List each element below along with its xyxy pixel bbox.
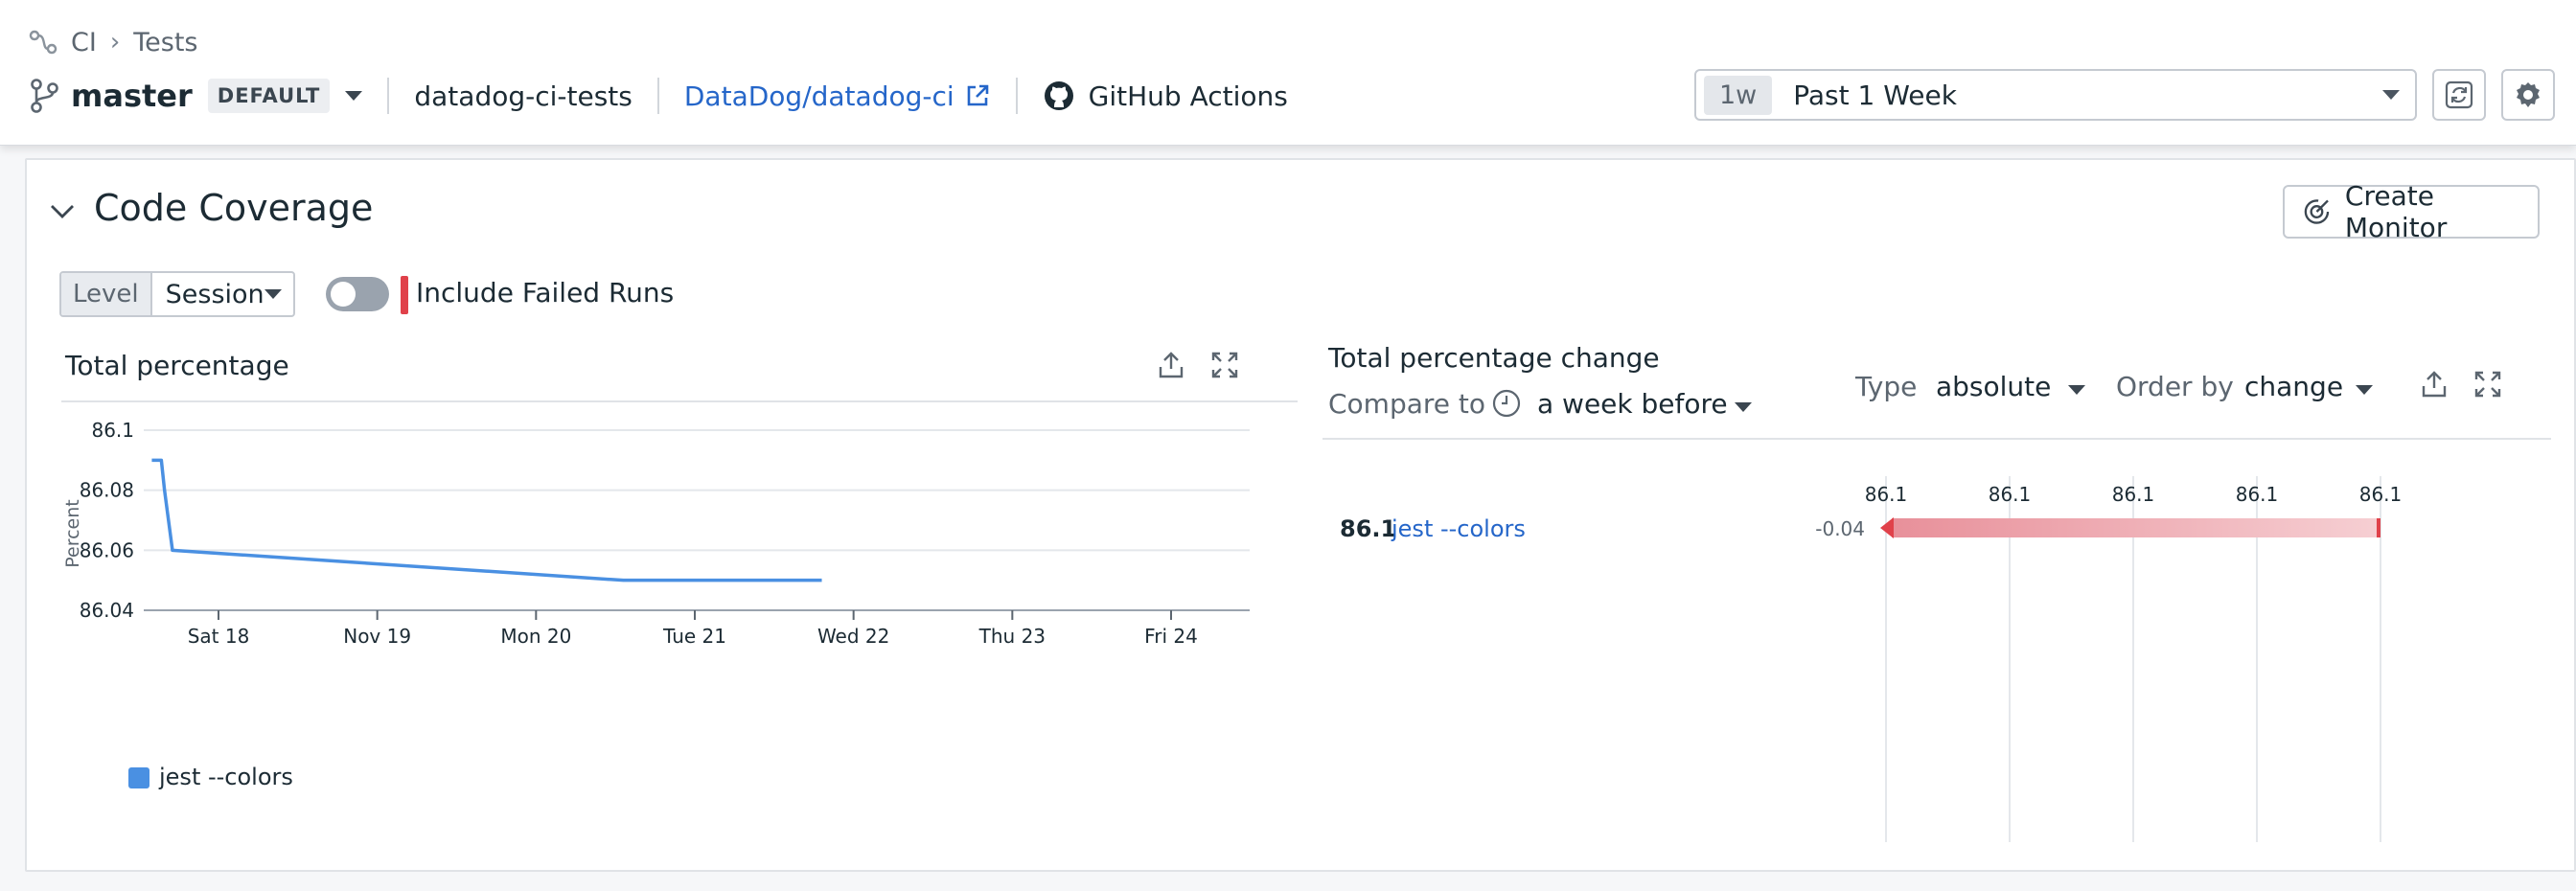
x-tick-label: Thu 23 xyxy=(978,625,1046,648)
expand-icon[interactable] xyxy=(1209,350,1240,380)
y-tick-label: 86.1 xyxy=(91,419,134,442)
monitor-icon xyxy=(2304,199,2330,224)
divider xyxy=(1015,78,1018,114)
y-tick-label: 86.08 xyxy=(80,479,134,502)
chevron-down-icon[interactable] xyxy=(48,196,77,225)
time-range-chip: 1w xyxy=(1704,75,1773,115)
include-failed-label: Include Failed Runs xyxy=(416,277,675,308)
breadcrumb-tests: Tests xyxy=(133,27,198,57)
order-by-label: Order by xyxy=(2116,371,2234,402)
breadcrumb: CI › Tests xyxy=(29,23,197,61)
chevron-down-icon xyxy=(2382,90,2400,100)
default-badge: DEFAULT xyxy=(207,79,331,113)
compare-to-value[interactable]: a week before xyxy=(1537,388,1728,420)
repo-link[interactable]: DataDog/datadog-ci xyxy=(684,80,954,112)
compare-to-label: Compare to xyxy=(1328,388,1486,420)
time-range-selector[interactable]: 1w Past 1 Week xyxy=(1694,69,2417,121)
chevron-right-icon: › xyxy=(109,28,121,57)
include-failed-toggle[interactable] xyxy=(326,277,389,311)
x-tick-label: Nov 19 xyxy=(343,625,411,648)
export-icon[interactable] xyxy=(1156,350,1186,380)
row-change-label: -0.04 xyxy=(1815,517,1865,540)
y-axis-label: Percent xyxy=(62,499,83,568)
create-monitor-button[interactable]: Create Monitor xyxy=(2283,180,2540,243)
branch-name: master xyxy=(71,78,193,114)
clock-icon xyxy=(1492,389,1521,418)
axis-tick-label: 86.1 xyxy=(2236,483,2279,506)
chevron-down-icon[interactable] xyxy=(2356,385,2373,395)
external-link-icon[interactable] xyxy=(964,82,991,109)
settings-button[interactable] xyxy=(2501,69,2555,121)
x-tick-label: Wed 22 xyxy=(817,625,889,648)
chevron-down-icon[interactable] xyxy=(1735,402,1752,412)
change-bar xyxy=(1892,518,2380,537)
legend-label[interactable]: jest --colors xyxy=(159,764,293,790)
refresh-icon xyxy=(2445,80,2473,109)
section-title: Code Coverage xyxy=(94,187,374,229)
series-line xyxy=(151,458,822,583)
divider xyxy=(61,400,1298,402)
export-icon[interactable] xyxy=(2419,369,2450,400)
create-monitor-label: Create Monitor xyxy=(2344,180,2448,243)
service-name: datadog-ci-tests xyxy=(414,80,632,112)
branch-dropdown-caret-icon[interactable] xyxy=(345,91,363,101)
chevron-down-icon[interactable] xyxy=(2068,385,2085,395)
type-value[interactable]: absolute xyxy=(1936,371,2051,402)
axis-tick-label: 86.1 xyxy=(2112,483,2155,506)
x-tick-label: Sat 18 xyxy=(188,625,250,648)
git-branch-icon xyxy=(31,79,58,113)
divider xyxy=(656,78,659,114)
bar-arrow xyxy=(1880,517,1894,538)
github-icon xyxy=(1044,81,1073,110)
total-percentage-title: Total percentage xyxy=(65,350,289,381)
ci-provider: GitHub Actions xyxy=(1088,80,1288,112)
bar-end-marker xyxy=(2377,518,2380,537)
gear-icon xyxy=(2517,82,2540,107)
divider xyxy=(387,78,390,114)
level-value: Session xyxy=(165,279,264,309)
expand-icon[interactable] xyxy=(2472,369,2503,400)
x-tick-label: Fri 24 xyxy=(1144,625,1198,648)
y-tick-label: 86.06 xyxy=(80,538,134,561)
row-name: jest --colors xyxy=(1391,515,1526,542)
chevron-down-icon xyxy=(264,289,282,299)
y-tick-label: 86.04 xyxy=(80,599,134,622)
toggle-knob xyxy=(331,282,356,307)
page-header: CI › Tests master DEFAULT datadog-ci-tes… xyxy=(0,0,2576,146)
axis-tick-label: 86.1 xyxy=(1865,483,1908,506)
order-by-value[interactable]: change xyxy=(2244,371,2343,402)
percentage-change-title: Total percentage change xyxy=(1328,342,1660,374)
failed-indicator xyxy=(401,276,408,314)
legend-swatch xyxy=(128,767,150,788)
time-range-label: Past 1 Week xyxy=(1793,79,1957,111)
divider xyxy=(1322,438,2551,440)
refresh-button[interactable] xyxy=(2432,69,2486,121)
level-select[interactable]: Level Session xyxy=(59,271,295,317)
x-tick-label: Mon 20 xyxy=(500,625,571,648)
branch-bar: master DEFAULT datadog-ci-tests DataDog/… xyxy=(29,75,1288,117)
total-percentage-chart: 86.1 86.08 86.06 86.04 Sat 18 Nov 19 Mon 20 Tue… xyxy=(62,419,1250,648)
axis-tick-label: 86.1 xyxy=(1989,483,2032,506)
axis-tick-label: 86.1 xyxy=(2359,483,2403,506)
row-value: 86.1 xyxy=(1340,515,1396,542)
x-tick-label: Tue 21 xyxy=(662,625,726,648)
code-coverage-panel: Code Coverage Create Monitor Level Sessi… xyxy=(25,158,2576,872)
breadcrumb-ci[interactable]: CI xyxy=(71,28,97,57)
ci-pipeline-icon xyxy=(29,30,58,55)
type-label: Type xyxy=(1855,371,1918,402)
level-label: Level xyxy=(61,273,152,315)
